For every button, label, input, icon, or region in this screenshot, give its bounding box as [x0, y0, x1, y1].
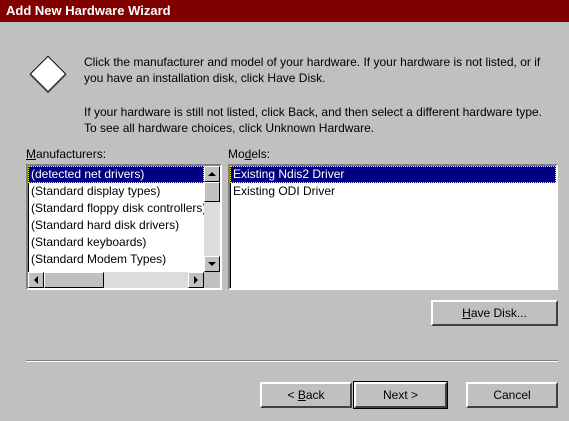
separator	[26, 360, 558, 362]
arrow-right-icon[interactable]	[188, 272, 204, 288]
back-button[interactable]: < Back	[260, 382, 352, 408]
window-title: Add New Hardware Wizard	[6, 3, 171, 18]
diamond-icon	[28, 54, 67, 93]
manufacturer-item[interactable]: (Standard hard disk drivers)	[28, 217, 204, 234]
manufacturer-item[interactable]: (Standard floppy disk controllers)	[28, 200, 204, 217]
instruction-text-2: If your hardware is still not listed, cl…	[84, 105, 543, 135]
vertical-scroll-thumb[interactable]	[204, 182, 220, 202]
manufacturer-item[interactable]: (Standard Modem Types)	[28, 251, 204, 268]
cancel-button[interactable]: Cancel	[466, 382, 558, 408]
models-list[interactable]: Existing Ndis2 Driver Existing ODI Drive…	[228, 164, 558, 290]
manufacturer-item[interactable]: (detected net drivers)	[28, 166, 204, 183]
horizontal-scrollbar[interactable]	[28, 272, 204, 288]
model-item[interactable]: Existing Ndis2 Driver	[230, 166, 556, 183]
scroll-corner	[204, 272, 220, 288]
have-disk-button[interactable]: Have Disk...	[431, 300, 558, 326]
models-label: Models:	[228, 147, 271, 161]
vertical-scrollbar[interactable]	[204, 166, 220, 272]
manufacturer-item[interactable]: (Standard keyboards)	[28, 234, 204, 251]
instruction-text-1: Click the manufacturer and model of your…	[84, 55, 541, 85]
title-bar[interactable]: Add New Hardware Wizard	[0, 0, 569, 22]
next-button[interactable]: Next >	[353, 381, 448, 409]
manufacturer-item[interactable]: (Standard display types)	[28, 183, 204, 200]
manufacturers-list[interactable]: (detected net drivers) (Standard display…	[26, 164, 222, 290]
arrow-down-icon[interactable]	[204, 256, 220, 272]
arrow-left-icon[interactable]	[28, 272, 44, 288]
arrow-up-icon[interactable]	[204, 166, 220, 182]
manufacturers-label: Manufacturers:	[26, 147, 107, 161]
horizontal-scroll-thumb[interactable]	[44, 272, 104, 288]
wizard-window: Add New Hardware Wizard Click the manufa…	[0, 0, 569, 421]
model-item[interactable]: Existing ODI Driver	[230, 183, 556, 200]
